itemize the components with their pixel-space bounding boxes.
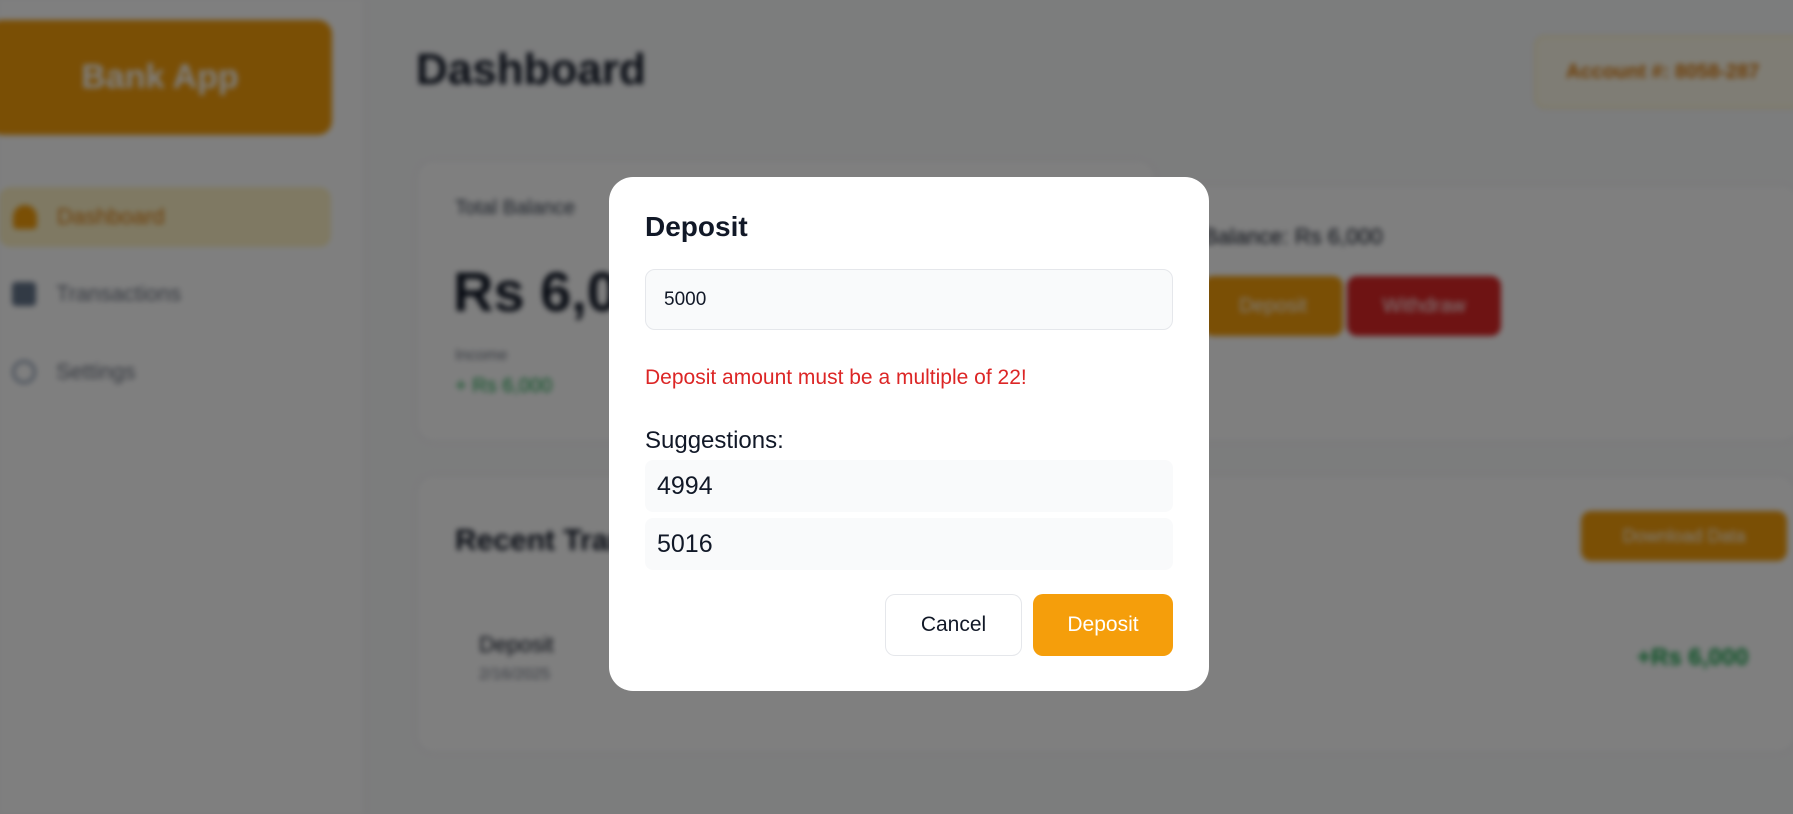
suggestion-item[interactable]: 4994 bbox=[645, 460, 1173, 512]
suggestion-item[interactable]: 5016 bbox=[645, 518, 1173, 570]
app-root: Bank App Dashboard Transactions Settings… bbox=[0, 0, 1793, 814]
deposit-submit-button[interactable]: Deposit bbox=[1033, 594, 1173, 656]
suggestions-label: Suggestions: bbox=[645, 427, 784, 454]
error-message: Deposit amount must be a multiple of 22! bbox=[645, 366, 1027, 389]
deposit-amount-input[interactable] bbox=[645, 269, 1173, 330]
cancel-button[interactable]: Cancel bbox=[885, 594, 1022, 656]
deposit-modal: Deposit Deposit amount must be a multipl… bbox=[609, 177, 1209, 691]
modal-title: Deposit bbox=[645, 211, 748, 242]
